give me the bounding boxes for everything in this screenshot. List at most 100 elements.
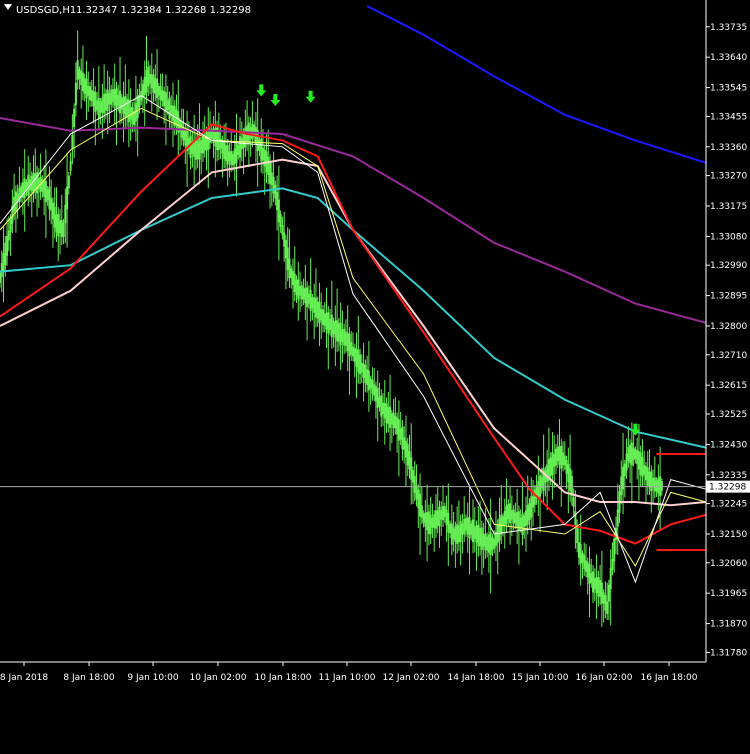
candle-body <box>484 533 487 551</box>
candle-body <box>570 476 573 496</box>
chart-canvas[interactable]: 1.33735 1.33640 1.33545 1.33455 1.33360 1.332… <box>0 0 750 750</box>
candle-body <box>313 297 316 313</box>
y-tick-label: 1.32895 <box>710 292 747 302</box>
candle-body <box>14 191 17 212</box>
candle-body <box>325 312 328 330</box>
candle-body <box>456 524 459 544</box>
x-tick-label: 9 Jan 10:00 <box>127 673 179 683</box>
candle-body <box>659 476 662 496</box>
candle-body <box>55 214 58 233</box>
candle-body <box>129 106 132 120</box>
candle-body <box>477 525 480 547</box>
candle-body <box>468 517 471 539</box>
candle-body <box>449 523 452 534</box>
candle-body <box>156 78 159 99</box>
candle-body <box>473 526 476 539</box>
candle-body <box>489 532 492 555</box>
candle-body <box>577 542 580 558</box>
candle-body <box>124 96 127 118</box>
candle-body <box>521 513 524 535</box>
candle-body <box>90 90 93 102</box>
candle-body <box>385 403 388 424</box>
candle-body <box>73 108 76 128</box>
candle-body <box>558 446 561 465</box>
candle-body <box>493 538 496 549</box>
candle-body <box>630 442 633 466</box>
candle-body <box>92 91 95 107</box>
candle-body <box>387 407 390 424</box>
candle-body <box>383 403 386 419</box>
candle-body <box>636 450 639 465</box>
candle-body <box>101 97 104 113</box>
candle-body <box>270 172 273 186</box>
candle-body <box>479 528 482 547</box>
candle-body <box>119 90 122 114</box>
candle-body <box>445 509 448 525</box>
candle-body <box>284 240 287 259</box>
candle-body <box>586 562 589 578</box>
candle-body <box>554 448 557 466</box>
y-tick-label: 1.31965 <box>710 589 747 599</box>
x-tick-label: 10 Jan 02:00 <box>190 673 247 683</box>
candle-body <box>644 466 647 481</box>
candle-body <box>470 523 473 535</box>
candle-body <box>62 223 65 237</box>
candle-body <box>108 93 111 105</box>
candle-body <box>329 318 332 330</box>
current-price-tag: 1.32298 <box>706 480 750 493</box>
y-tick-label: 1.32990 <box>710 261 747 271</box>
candle-body <box>373 384 376 396</box>
candle-body <box>189 135 192 159</box>
candle-body <box>459 521 462 543</box>
candle-body <box>226 144 229 165</box>
candle-body <box>359 354 362 375</box>
candle-body <box>346 332 349 352</box>
candle-body <box>76 60 79 80</box>
candle-body <box>66 186 69 210</box>
candle-body <box>104 93 107 111</box>
candle-body <box>422 513 425 523</box>
candle-body <box>59 220 62 234</box>
candle-body <box>200 140 203 154</box>
candle-body <box>514 512 517 524</box>
candle-body <box>593 578 596 590</box>
candle-body <box>57 213 60 237</box>
candle-body <box>604 595 607 611</box>
candle-body <box>516 511 519 528</box>
candle-body <box>364 364 367 384</box>
candle-body <box>648 471 651 488</box>
candle-body <box>67 175 70 189</box>
candle-body <box>260 138 263 162</box>
candle-body <box>96 100 99 110</box>
candle-body <box>48 186 51 210</box>
candle-body <box>590 573 593 583</box>
candle-body <box>87 86 90 96</box>
candle-body <box>427 511 430 535</box>
candle-body <box>505 505 508 524</box>
candle-body <box>509 503 512 524</box>
candle-body <box>150 74 153 89</box>
candle-body <box>235 143 238 164</box>
candle-body <box>274 184 277 199</box>
candle-body <box>498 517 501 541</box>
candle-body <box>233 148 236 165</box>
candle-body <box>528 503 531 520</box>
candle-body <box>69 161 72 171</box>
candle-body <box>348 333 351 357</box>
candle-body <box>168 97 171 119</box>
candle-body <box>466 517 469 535</box>
price-chart[interactable]: 1.33735 1.33640 1.33545 1.33455 1.33360 1.332… <box>0 0 750 750</box>
candle-body <box>198 137 201 160</box>
candle-body <box>314 297 317 318</box>
candle-body <box>85 78 88 99</box>
candle-body <box>403 437 406 450</box>
candle-body <box>237 145 240 155</box>
candle-body <box>597 576 600 597</box>
candle-body <box>136 95 139 119</box>
candle-body <box>106 89 109 111</box>
y-tick-label: 1.32430 <box>710 440 747 450</box>
candle-body <box>223 140 226 160</box>
candle-body <box>376 388 379 408</box>
candle-body <box>551 452 554 475</box>
candle-body <box>625 453 628 471</box>
